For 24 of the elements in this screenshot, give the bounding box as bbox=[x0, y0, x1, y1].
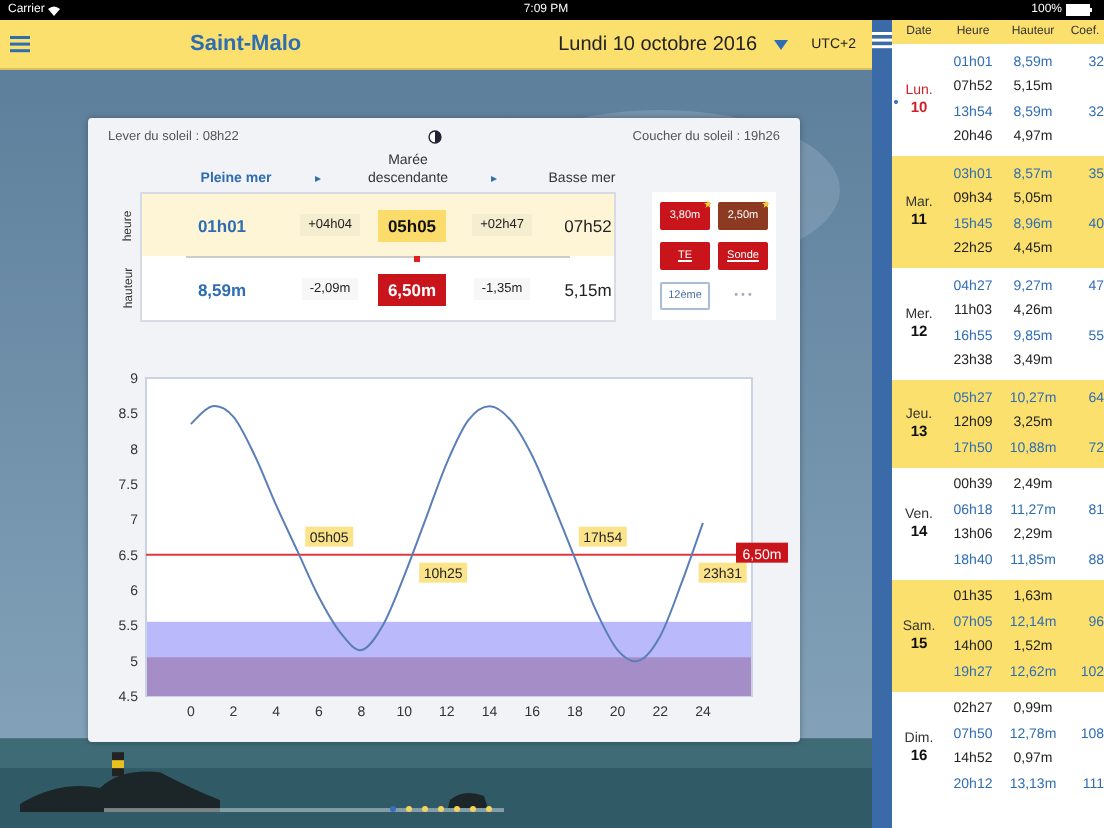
height-cell-text: 5,15m bbox=[562, 277, 614, 303]
star-icon bbox=[762, 200, 770, 208]
menu-icon[interactable] bbox=[872, 30, 892, 50]
date-label[interactable]: Lundi 10 octobre 2016 bbox=[558, 33, 758, 55]
moon-icon bbox=[428, 130, 443, 144]
star-icon bbox=[704, 200, 712, 208]
page-dot[interactable] bbox=[485, 806, 491, 812]
location-title: Saint-Malo bbox=[190, 32, 302, 56]
page-dot[interactable] bbox=[469, 806, 475, 812]
page-dot[interactable] bbox=[405, 806, 411, 812]
time-marker[interactable] bbox=[414, 256, 421, 262]
height-cell-text: 8,59m bbox=[195, 277, 249, 303]
current-time: 05h05 bbox=[377, 209, 447, 241]
battery-icon bbox=[1066, 4, 1092, 16]
page-dot[interactable] bbox=[453, 806, 459, 812]
time-cell-text: 07h52 bbox=[562, 213, 614, 239]
page-dot[interactable] bbox=[421, 806, 427, 812]
page-dot[interactable] bbox=[389, 806, 395, 812]
page-dot[interactable] bbox=[437, 806, 443, 812]
caret-icon[interactable] bbox=[773, 39, 788, 49]
wifi-icon bbox=[48, 5, 61, 15]
time-cell-text: 01h01 bbox=[195, 213, 249, 239]
current-height: 6,50m bbox=[377, 273, 447, 305]
menu-icon[interactable] bbox=[10, 34, 30, 54]
